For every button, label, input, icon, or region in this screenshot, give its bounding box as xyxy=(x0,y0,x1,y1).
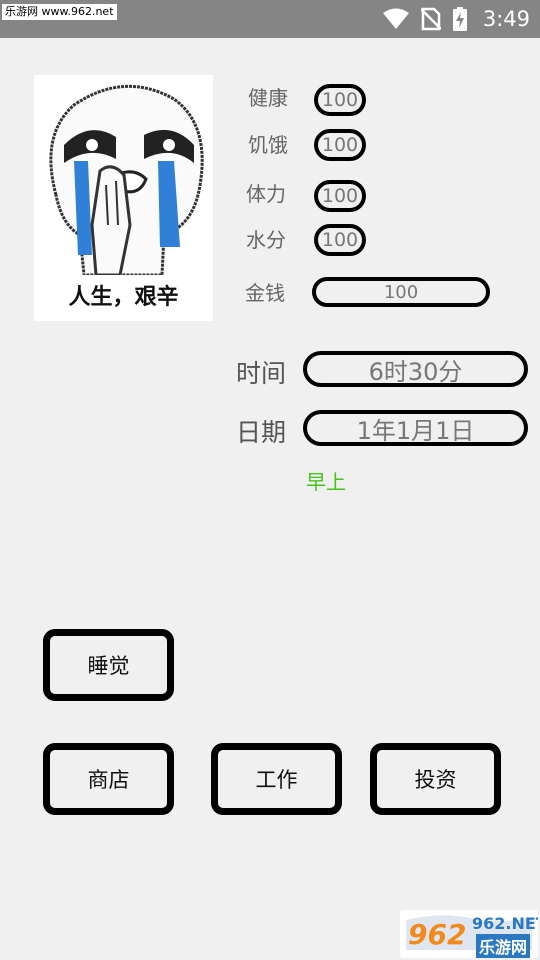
status-clock: 3:49 xyxy=(482,7,530,31)
watermark-site-text: 乐游网 xyxy=(476,934,531,958)
work-button[interactable]: 工作 xyxy=(211,743,342,815)
health-label: 健康 xyxy=(248,86,288,110)
avatar-card: 人生，艰辛 xyxy=(34,75,213,321)
water-label: 水分 xyxy=(246,228,286,252)
battery-charging-icon xyxy=(452,7,467,31)
time-of-day: 早上 xyxy=(306,470,346,494)
wifi-icon xyxy=(382,8,409,30)
watermark-label: 乐游网 www.962.net xyxy=(2,4,117,20)
date-value: 1年1月1日 xyxy=(303,410,528,446)
water-value: 100 xyxy=(314,224,366,256)
date-label: 日期 xyxy=(236,418,287,447)
avatar-caption: 人生，艰辛 xyxy=(68,285,179,310)
stamina-label: 体力 xyxy=(246,182,286,206)
time-label: 时间 xyxy=(236,359,287,388)
sleep-button[interactable]: 睡觉 xyxy=(43,629,174,701)
money-value: 100 xyxy=(312,277,490,307)
hunger-label: 饥饿 xyxy=(248,133,288,157)
health-value: 100 xyxy=(314,84,366,116)
status-bar: 乐游网 www.962.net 3:49 xyxy=(0,0,540,38)
watermark-logo-text: 962.NET xyxy=(472,914,538,933)
shop-button[interactable]: 商店 xyxy=(43,743,174,815)
crying-face-image xyxy=(49,84,204,275)
money-label: 金钱 xyxy=(245,281,285,305)
stamina-value: 100 xyxy=(314,180,366,212)
site-watermark: 962 962.NET 乐游网 xyxy=(400,910,538,958)
hunger-value: 100 xyxy=(314,129,366,161)
invest-button[interactable]: 投资 xyxy=(370,743,501,815)
no-sim-icon xyxy=(420,7,441,31)
svg-text:962: 962 xyxy=(408,918,466,951)
time-value: 6时30分 xyxy=(303,351,528,387)
